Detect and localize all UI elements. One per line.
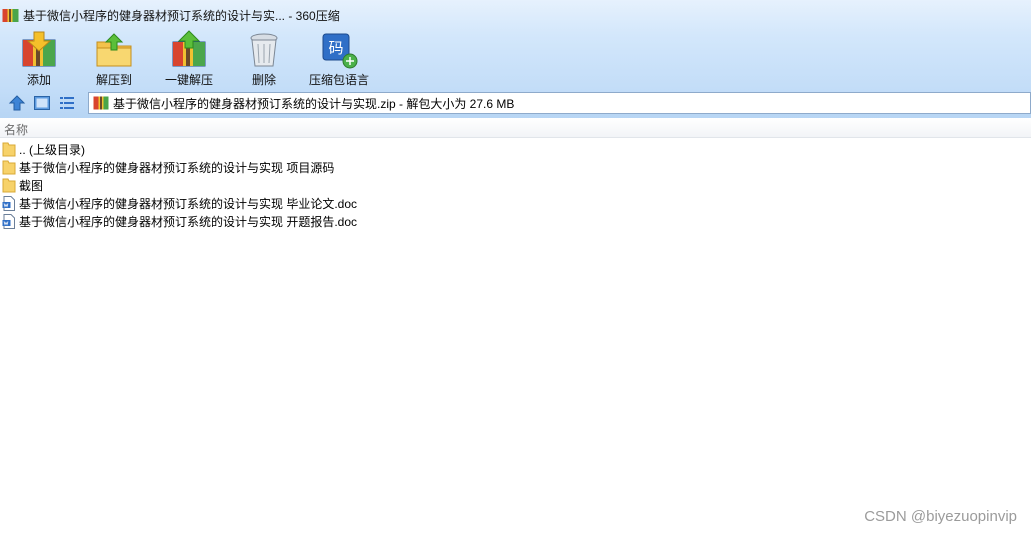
large-view-icon[interactable]	[33, 94, 51, 112]
list-item-parent-directory[interactable]: .. (上级目录)	[0, 140, 1031, 158]
one-click-extract-label: 一键解压	[164, 73, 213, 87]
list-item-label: .. (上级目录)	[19, 142, 85, 157]
list-item-screenshots-folder[interactable]: 截图	[0, 176, 1031, 194]
add-label: 添加	[26, 73, 51, 87]
path-text: 基于微信小程序的健身器材预订系统的设计与实现.zip - 解包大小为 27.6 …	[113, 96, 515, 111]
archive-file-icon	[93, 96, 109, 110]
list-header: 名称	[0, 118, 1031, 138]
delete-label: 删除	[251, 73, 276, 87]
folder-icon	[2, 142, 16, 156]
folder-icon	[2, 160, 16, 174]
archive-language-label: 压缩包语言	[308, 73, 369, 87]
path-bar[interactable]: 基于微信小程序的健身器材预订系统的设计与实现.zip - 解包大小为 27.6 …	[88, 92, 1031, 114]
title-bar: 基于微信小程序的健身器材预订系统的设计与实... - 360压缩	[0, 0, 1031, 30]
extract-to-icon	[96, 33, 132, 67]
arrow-up-icon[interactable]	[8, 94, 26, 112]
list-item-label: 基于微信小程序的健身器材预订系统的设计与实现 毕业论文.doc	[19, 196, 358, 211]
window-chrome: 基于微信小程序的健身器材预订系统的设计与实... - 360压缩 添加 解压到	[0, 0, 1031, 118]
extract-to-button[interactable]: 解压到	[79, 30, 149, 88]
one-click-extract-icon	[172, 30, 206, 67]
watermark: CSDN @biyezuopinvip	[864, 508, 1017, 525]
list-view-icon[interactable]	[58, 94, 76, 112]
window-title: 基于微信小程序的健身器材预订系统的设计与实... - 360压缩	[23, 8, 340, 23]
column-name-header[interactable]: 名称	[4, 121, 28, 138]
list-item-label: 基于微信小程序的健身器材预订系统的设计与实现 项目源码	[19, 160, 335, 175]
navigation-bar: 基于微信小程序的健身器材预订系统的设计与实现.zip - 解包大小为 27.6 …	[0, 90, 1031, 116]
delete-button[interactable]: 删除	[229, 30, 299, 88]
one-click-extract-button[interactable]: 一键解压	[154, 30, 224, 88]
list-item-thesis-doc[interactable]: 基于微信小程序的健身器材预订系统的设计与实现 毕业论文.doc	[0, 194, 1031, 212]
file-list: .. (上级目录) 基于微信小程序的健身器材预订系统的设计与实现 项目源码 截图…	[0, 140, 1031, 230]
doc-file-icon	[2, 213, 15, 229]
add-icon	[22, 31, 56, 67]
archive-language-button[interactable]: 码 压缩包语言	[304, 30, 374, 88]
archive-language-icon: 码	[322, 33, 358, 69]
add-button[interactable]: 添加	[4, 30, 74, 88]
list-item-source-folder[interactable]: 基于微信小程序的健身器材预订系统的设计与实现 项目源码	[0, 158, 1031, 176]
archive-app-icon	[2, 8, 19, 22]
doc-file-icon	[2, 195, 15, 211]
list-item-label: 基于微信小程序的健身器材预订系统的设计与实现 开题报告.doc	[19, 214, 358, 229]
extract-to-label: 解压到	[95, 73, 132, 87]
language-badge-text: 码	[328, 39, 343, 57]
list-item-label: 截图	[19, 178, 44, 193]
delete-icon	[250, 33, 278, 67]
folder-icon	[2, 178, 16, 192]
list-item-proposal-doc[interactable]: 基于微信小程序的健身器材预订系统的设计与实现 开题报告.doc	[0, 212, 1031, 230]
